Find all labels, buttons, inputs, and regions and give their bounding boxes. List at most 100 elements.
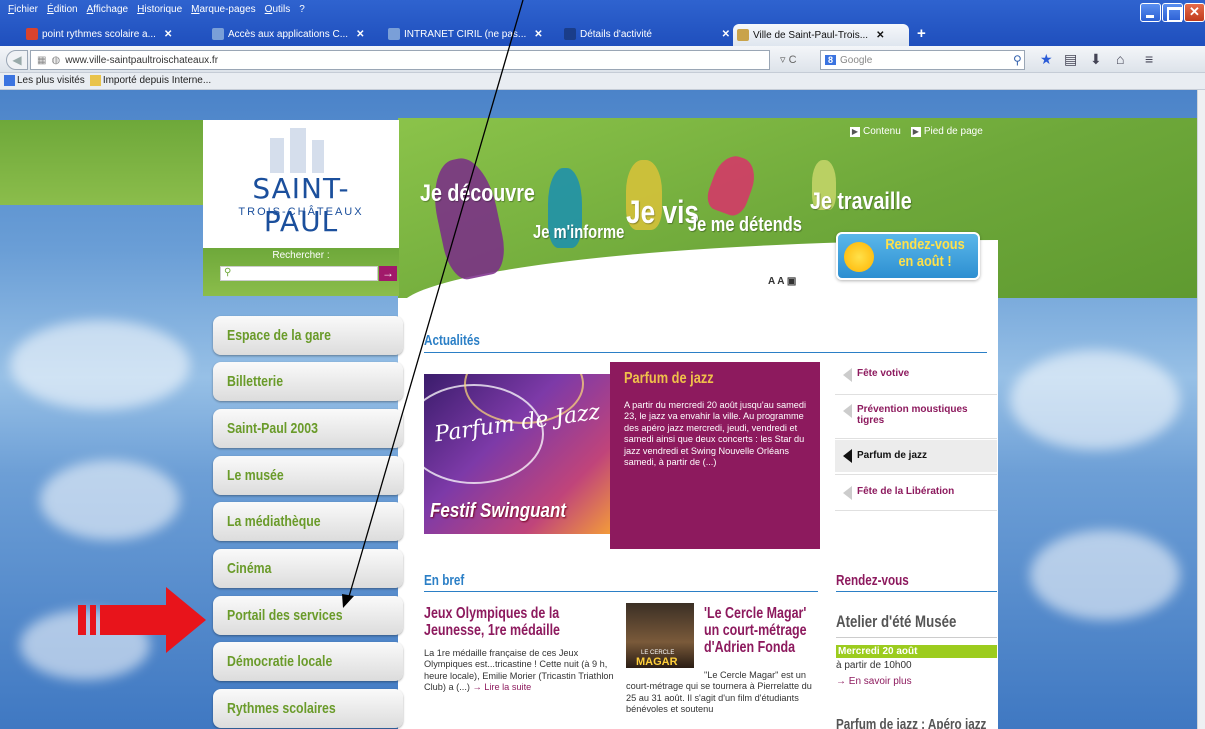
actualites-title: Actualités <box>424 332 480 349</box>
menu-saint-paul-2003[interactable]: Saint-Paul 2003 <box>213 409 403 448</box>
menu-democratie-locale[interactable]: Démocratie locale <box>213 642 403 681</box>
news-divider <box>835 394 997 395</box>
skip-links: ▶ Contenu ▶ Pied de page <box>850 126 983 137</box>
url-text: www.ville-saintpaultroischateaux.fr <box>65 54 219 66</box>
brief-cercle-magar-body: "Le Cercle Magar" est un court-métrage q… <box>626 670 812 715</box>
menu-fichier[interactable]: Fichier <box>8 4 38 22</box>
actualites-rule <box>424 352 987 353</box>
home-icon[interactable]: ⌂ <box>1116 51 1124 67</box>
maximize-button[interactable] <box>1162 3 1183 22</box>
tab-rythmes-scolaires[interactable]: point rythmes scolaire a... ✕ <box>22 23 200 45</box>
news-fete-liberation[interactable]: Fête de la Libération <box>835 486 997 500</box>
tab-close-icon[interactable]: ✕ <box>722 29 730 40</box>
menu-portail-services[interactable]: Portail des services <box>213 596 403 635</box>
nav-je-me-detends[interactable]: Je me détends <box>688 214 802 237</box>
menu-espace-gare[interactable]: Espace de la gare <box>213 316 403 355</box>
next-event-title[interactable]: Parfum de jazz : Apéro jazz <box>836 716 986 729</box>
event-rule <box>836 637 997 638</box>
bookmarks-toolbar: Les plus visités Importé depuis Interne.… <box>0 73 1205 90</box>
search-magnifier-icon[interactable]: ⚲ <box>1013 53 1022 67</box>
brief-jo-body: La 1re médaille française de ces Jeux Ol… <box>424 648 614 693</box>
web-search-input[interactable]: 8 Google <box>820 50 1025 70</box>
nav-je-decouvre[interactable]: Je découvre <box>420 180 535 208</box>
brief-jo-title[interactable]: Jeux Olympiques de la Jeunesse, 1re méda… <box>424 605 611 639</box>
brief-cercle-magar-title[interactable]: 'Le Cercle Magar' un court-métrage d'Adr… <box>704 605 821 656</box>
bookmarks-list-icon[interactable]: ▤ <box>1064 51 1077 68</box>
search-engine-name: Google <box>840 54 873 66</box>
rendezvous-title: Rendez-vous <box>836 572 909 589</box>
menu-affichage[interactable]: Affichage <box>87 4 129 22</box>
feature-title[interactable]: Parfum de jazz <box>624 370 714 388</box>
new-tab-button[interactable]: + <box>917 25 926 42</box>
feature-body: A partir du mercredi 20 août jusqu'au sa… <box>624 400 807 468</box>
sun-icon <box>844 242 874 272</box>
menu-rythmes-scolaires[interactable]: Rythmes scolaires <box>213 689 403 728</box>
download-icon[interactable]: ⬇ <box>1090 51 1102 68</box>
tab-favicon-icon <box>26 28 38 40</box>
bookmark-most-visited[interactable]: Les plus visités <box>4 75 85 87</box>
news-divider <box>835 474 997 475</box>
bookmark-imported[interactable]: Importé depuis Interne... <box>89 75 211 87</box>
arrow-right-icon: ▶ <box>910 127 921 137</box>
tab-favicon-icon <box>737 29 749 41</box>
read-more-link[interactable]: → Lire la suite <box>473 682 532 692</box>
event-time: à partir de 10h00 <box>836 660 912 671</box>
tab-close-icon[interactable]: ✕ <box>164 29 172 40</box>
menu-billetterie[interactable]: Billetterie <box>213 362 403 401</box>
page-scrollbar[interactable] <box>1197 90 1205 729</box>
triangle-icon <box>843 368 852 382</box>
tab-intranet-ciril[interactable]: INTRANET CIRIL (ne pas... ✕ <box>384 23 554 45</box>
triangle-icon <box>843 449 852 463</box>
feature-image-caption: Festif Swinguant <box>430 500 566 522</box>
cloud-decoration <box>1030 530 1180 620</box>
bookmark-page-icon <box>4 75 15 87</box>
url-bar[interactable]: ▦ ◍ www.ville-saintpaultroischateaux.fr <box>30 50 770 70</box>
nav-je-travaille[interactable]: Je travaille <box>810 188 912 216</box>
news-prevention-moustiques[interactable]: Prévention moustiques tigres <box>835 404 997 426</box>
close-window-button[interactable] <box>1184 3 1205 22</box>
menu-mediatheque[interactable]: La médiathèque <box>213 502 403 541</box>
event-title[interactable]: Atelier d'été Musée <box>836 612 956 632</box>
tab-close-icon[interactable]: ✕ <box>534 29 542 40</box>
google-icon: 8 <box>825 55 837 65</box>
globe-icon: ◍ <box>51 54 61 66</box>
cloud-decoration <box>40 460 180 540</box>
tab-ville-saint-paul[interactable]: Ville de Saint-Paul-Trois... ✕ <box>733 24 909 46</box>
tab-details-activite[interactable]: Détails d'activité ✕ <box>560 23 730 45</box>
menu-cinema[interactable]: Cinéma <box>213 549 403 588</box>
news-divider <box>835 510 997 511</box>
contrast-icon[interactable]: ▣ <box>787 276 796 287</box>
rendezvous-banner-text: Rendez-vous en août ! <box>885 236 965 270</box>
cloud-decoration <box>10 320 190 410</box>
menu-historique[interactable]: Historique <box>137 4 182 22</box>
red-arrow-annotation <box>78 587 206 653</box>
back-button[interactable]: ◀ <box>6 50 28 70</box>
skip-to-content[interactable]: ▶ Contenu <box>850 126 901 137</box>
event-date: Mercredi 20 août <box>836 645 997 658</box>
menu-le-musee[interactable]: Le musée <box>213 456 403 495</box>
triangle-icon <box>843 486 852 500</box>
reload-icon[interactable]: ▿ C <box>780 53 797 66</box>
en-bref-title: En bref <box>424 572 465 589</box>
folder-icon <box>89 75 101 87</box>
event-more-link[interactable]: → En savoir plus <box>836 676 912 687</box>
arrow-right-icon: ▶ <box>850 127 860 137</box>
minimize-button[interactable] <box>1140 3 1161 22</box>
news-fete-votive[interactable]: Fête votive <box>835 368 997 382</box>
font-size-tools[interactable]: A A ▣ <box>768 276 796 287</box>
news-parfum-jazz[interactable]: Parfum de jazz <box>835 440 997 472</box>
menu-edition[interactable]: Édition <box>47 4 78 22</box>
en-bref-rule <box>424 591 818 592</box>
nav-je-m-informe[interactable]: Je m'informe <box>533 222 624 243</box>
tab-favicon-icon <box>564 28 576 40</box>
bookmark-star-icon[interactable]: ★ <box>1040 51 1053 68</box>
brief-image-label: MAGAR <box>636 656 678 668</box>
news-divider <box>835 438 997 439</box>
left-menu: Espace de la gare Billetterie Saint-Paul… <box>203 0 403 728</box>
tab-close-icon[interactable]: ✕ <box>876 30 884 41</box>
rendezvous-rule <box>836 591 997 592</box>
page-info-icon[interactable]: ▦ <box>37 55 46 66</box>
skip-to-footer[interactable]: ▶ Pied de page <box>910 126 983 137</box>
cloud-decoration <box>1010 350 1180 450</box>
menu-hamburger-icon[interactable]: ≡ <box>1145 51 1153 67</box>
